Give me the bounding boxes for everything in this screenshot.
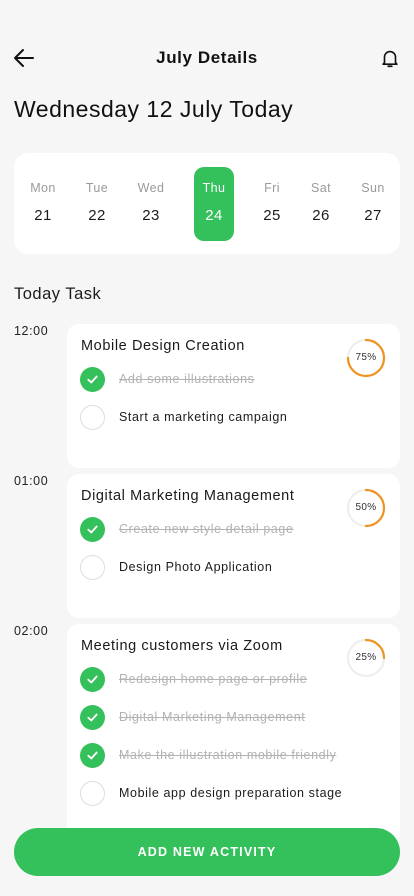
day-name: Tue [85, 181, 109, 195]
checklist-item-label: Design Photo Application [119, 560, 273, 574]
checklist-item[interactable]: Digital Marketing Management [80, 705, 380, 731]
day-tue[interactable]: Tue 22 [77, 167, 117, 241]
day-number: 22 [88, 207, 106, 224]
day-name: Fri [264, 181, 280, 195]
checklist-item-label: Add some illustrations [119, 372, 255, 386]
checklist-item-label: Start a marketing campaign [119, 410, 288, 424]
day-number: 25 [263, 207, 281, 224]
checkbox-checked[interactable] [80, 367, 105, 392]
task-card[interactable]: Digital Marketing Management 50% Create ne… [67, 474, 400, 618]
task-card[interactable]: Mobile Design Creation 75% Add some illust… [67, 324, 400, 468]
notifications-button[interactable] [376, 44, 404, 72]
checkmark-icon [87, 713, 98, 722]
day-number: 26 [312, 207, 330, 224]
checklist-item[interactable]: Make the illustration mobile friendly [80, 743, 380, 769]
checkbox-unchecked[interactable] [80, 555, 105, 580]
checkbox-checked[interactable] [80, 667, 105, 692]
day-name: Sat [311, 181, 331, 195]
day-sat[interactable]: Sat 26 [301, 167, 341, 241]
checkbox-checked[interactable] [80, 517, 105, 542]
checklist-item[interactable]: Start a marketing campaign [80, 405, 380, 431]
day-number: 21 [34, 207, 52, 224]
day-name: Thu [202, 181, 226, 195]
checkmark-icon [87, 751, 98, 760]
checkbox-unchecked[interactable] [80, 781, 105, 806]
checkmark-icon [87, 375, 98, 384]
day-name: Mon [30, 181, 56, 195]
day-wed[interactable]: Wed 23 [131, 167, 171, 241]
checklist-item-label: Digital Marketing Management [119, 710, 306, 724]
day-number: 23 [142, 207, 160, 224]
add-new-activity-button[interactable]: ADD NEW ACTIVITY [14, 828, 400, 876]
checklist-item[interactable]: Redesign home page or profile [80, 667, 380, 693]
week-strip: Mon 21 Tue 22 Wed 23 Thu 24 Fri 25 Sat 26 Sun 27 [14, 153, 400, 254]
task-time: 01:00 [14, 474, 49, 488]
task-title: Meeting customers via Zoom [81, 638, 283, 654]
checkmark-icon [87, 675, 98, 684]
day-mon[interactable]: Mon 21 [23, 167, 63, 241]
page-title: July Details [156, 48, 258, 67]
bell-icon [382, 50, 398, 68]
checkbox-unchecked[interactable] [80, 405, 105, 430]
checklist-item-label: Create new style detail page [119, 522, 294, 536]
task-title: Digital Marketing Management [81, 488, 295, 504]
day-number: 27 [364, 207, 382, 224]
checklist-item[interactable]: Design Photo Application [80, 555, 380, 581]
section-title: Today Task [14, 285, 102, 303]
day-name: Wed [137, 181, 165, 195]
checkbox-checked[interactable] [80, 705, 105, 730]
task-title: Mobile Design Creation [81, 338, 245, 354]
day-fri[interactable]: Fri 25 [252, 167, 292, 241]
checklist-item[interactable]: Add some illustrations [80, 367, 380, 393]
checkmark-icon [87, 525, 98, 534]
date-heading: Wednesday 12 July Today [14, 96, 294, 122]
day-number: 24 [205, 207, 223, 224]
checklist-item-label: Redesign home page or profile [119, 672, 308, 686]
task-card[interactable]: Meeting customers via Zoom 25% Redesign ho… [67, 624, 400, 844]
task-time: 12:00 [14, 324, 49, 338]
checklist-item[interactable]: Create new style detail page [80, 517, 380, 543]
checklist-item[interactable]: Mobile app design preparation stage [80, 781, 380, 807]
checklist-item-label: Mobile app design preparation stage [119, 786, 343, 800]
task-time: 02:00 [14, 624, 49, 638]
day-name: Sun [361, 181, 385, 195]
app-header: July Details [0, 40, 414, 76]
day-sun[interactable]: Sun 27 [353, 167, 393, 241]
checklist-item-label: Make the illustration mobile friendly [119, 748, 337, 762]
day-thu[interactable]: Thu 24 [194, 167, 234, 241]
checkbox-checked[interactable] [80, 743, 105, 768]
